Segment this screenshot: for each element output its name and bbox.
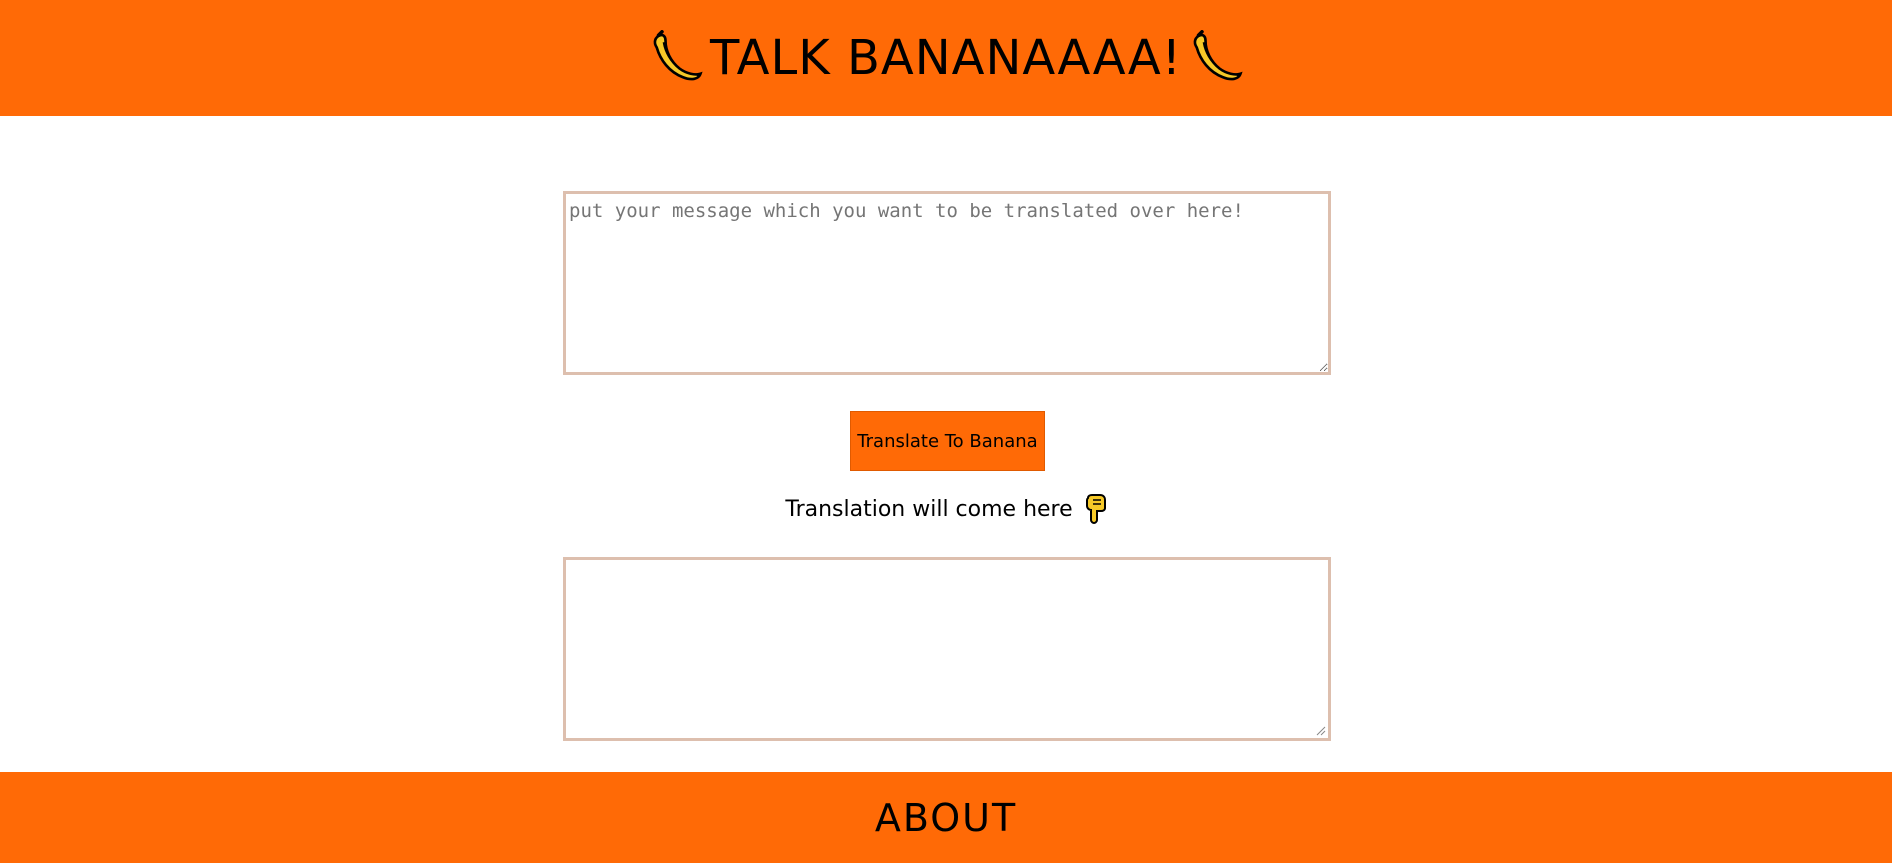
translate-button[interactable]: Translate To Banana	[850, 411, 1045, 471]
resize-grip-icon[interactable]	[1314, 724, 1326, 736]
translation-output[interactable]	[563, 557, 1331, 741]
banana-icon	[653, 30, 703, 81]
main-content: Translate To Banana Translation will com…	[0, 116, 1892, 772]
page-title: TALK BANANAAAA!	[648, 30, 1244, 86]
banana-icon	[1193, 30, 1243, 81]
footer: ABOUT	[0, 772, 1892, 863]
header: TALK BANANAAAA!	[0, 0, 1892, 116]
caption-text: Translation will come here	[785, 496, 1073, 522]
title-text: TALK BANANAAAA!	[710, 30, 1182, 86]
pointing-down-icon	[1085, 494, 1106, 524]
message-input[interactable]	[563, 191, 1331, 375]
about-link[interactable]: ABOUT	[875, 796, 1017, 840]
translation-caption: Translation will come here	[0, 494, 1892, 524]
